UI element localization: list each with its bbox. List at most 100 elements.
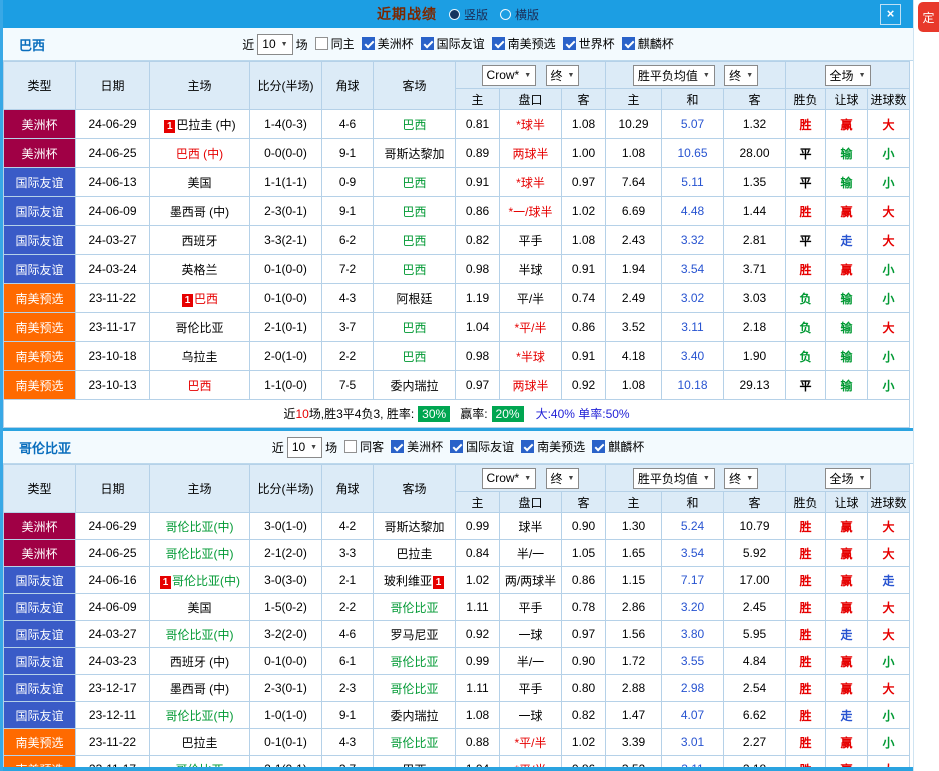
checkbox-icon[interactable] [314, 37, 328, 50]
corners-cell: 4-6 [321, 109, 374, 139]
home-team-cell: 1 哥伦比亚(中) [149, 566, 250, 594]
home-team-name: 乌拉圭 [181, 349, 218, 364]
filter-checkbox-item[interactable]: 美洲杯 [391, 438, 443, 455]
col-handicap-away: 客 [561, 491, 606, 513]
col-corner: 角球 [321, 464, 374, 513]
match-date: 23-12-11 [75, 701, 150, 729]
bookmaker-select[interactable]: Crow* ▼ [481, 467, 537, 489]
select-value: 10 [291, 440, 306, 454]
layout-radio-horizontal[interactable]: 横版 [496, 6, 539, 23]
handicap-home-odds: 0.84 [455, 539, 500, 567]
matches-table: 类型 日期 主场 比分(半场) 角球 客场 Crow* ▼ 终 ▼ 胜平负均值 ▼ 终… [3, 464, 911, 771]
match-date: 24-03-23 [75, 647, 150, 675]
result-outcome: 胜 [785, 196, 827, 226]
radio-unselected-icon[interactable] [500, 8, 511, 20]
away-team-cell: 罗马尼亚 [373, 620, 456, 648]
handicap-away-odds: 1.02 [561, 196, 606, 226]
col-odds-home: 主 [605, 88, 662, 110]
score-cell: 0-1(0-0) [249, 283, 322, 313]
checkbox-icon[interactable] [344, 440, 358, 453]
col-home: 主场 [149, 464, 250, 513]
home-team-name: 巴拉圭 [181, 735, 218, 750]
radio-label: 竖版 [463, 7, 488, 22]
filter-checkbox-item[interactable]: 南美预选 [491, 35, 556, 52]
europe-time-select[interactable]: 终 ▼ [724, 64, 759, 86]
handicap-away-odds: 1.02 [561, 728, 606, 756]
match-date: 24-06-16 [75, 566, 150, 594]
filter-checkbox-item[interactable]: 同主 [314, 35, 355, 52]
score-cell: 3-0(1-0) [249, 512, 322, 540]
result-goals: 大 [867, 109, 911, 139]
match-row: 国际友谊 23-12-11 哥伦比亚(中) 1-0(1-0) 9-1 委内瑞拉 … [3, 701, 911, 729]
side-tab-button[interactable]: 定 [918, 2, 939, 32]
europe-group-header: 胜平负均值 ▼ 终 ▼ [604, 61, 787, 89]
filter-checkbox-item[interactable]: 国际友谊 [420, 35, 485, 52]
filter-checkbox-item[interactable]: 国际友谊 [450, 438, 514, 455]
score-cell: 1-4(0-3) [249, 109, 322, 139]
chevron-down-icon: ▼ [746, 474, 754, 482]
home-team-name: 巴西 (中) [175, 146, 224, 161]
scope-select[interactable]: 全场 ▼ [824, 467, 871, 489]
odds-draw: 2.98 [661, 674, 724, 702]
odds-home: 1.08 [605, 370, 662, 400]
checkbox-icon[interactable] [391, 440, 405, 453]
europe-odds-select[interactable]: 胜平负均值 ▼ [632, 467, 715, 489]
odds-away: 10.79 [722, 512, 787, 540]
match-date: 23-11-22 [75, 283, 150, 313]
away-team-cell: 巴西 [373, 109, 456, 139]
checkbox-icon[interactable] [420, 37, 434, 50]
checkbox-icon[interactable] [621, 37, 635, 50]
match-date: 24-06-09 [75, 593, 150, 621]
games-label: 场 [325, 440, 338, 455]
handicap-line: 半/一 [499, 539, 562, 567]
bookmaker-time-select[interactable]: 终 ▼ [545, 467, 580, 489]
checkbox-icon[interactable] [491, 37, 505, 50]
match-row: 国际友谊 24-06-09 墨西哥 (中) 2-3(0-1) 9-1 巴西 0.… [3, 196, 911, 226]
close-button[interactable]: × [880, 4, 901, 25]
filter-checkbox-item[interactable]: 麒麟杯 [621, 35, 674, 52]
europe-time-select[interactable]: 终 ▼ [724, 467, 759, 489]
checkbox-icon[interactable] [450, 440, 464, 453]
col-result-outcome: 胜负 [785, 88, 827, 110]
home-team-cell: 美国 [149, 167, 250, 197]
odds-home: 3.52 [605, 312, 662, 342]
result-goals: 小 [867, 138, 911, 168]
handicap-rate-badge: 20% [491, 406, 524, 422]
recent-count-select[interactable]: 10 ▼ [286, 436, 323, 458]
odds-draw: 3.20 [661, 593, 724, 621]
competition-badge: 国际友谊 [3, 254, 76, 284]
handicap-home-odds: 0.98 [455, 341, 500, 371]
result-outcome: 胜 [785, 647, 827, 675]
result-handicap: 赢 [825, 593, 869, 621]
checkbox-icon[interactable] [521, 440, 535, 453]
match-row: 南美预选 23-10-13 巴西 1-1(0-0) 7-5 委内瑞拉 0.97 … [3, 370, 911, 400]
near-label: 近 [271, 440, 284, 455]
checkbox-icon[interactable] [562, 37, 576, 50]
chevron-down-icon: ▼ [702, 474, 710, 482]
away-team-name: 哥斯达黎加 [384, 519, 445, 534]
recent-results-window: 近期战绩 竖版 横版 × 巴西 近 10 ▼ 场 同主 美洲杯 国际友谊 南美预选 世界杯… [0, 0, 914, 771]
odds-away: 5.92 [722, 539, 787, 567]
recent-count-select[interactable]: 10 ▼ [257, 33, 293, 55]
scope-select[interactable]: 全场 ▼ [824, 64, 871, 86]
odds-draw: 10.18 [661, 370, 724, 400]
europe-odds-select[interactable]: 胜平负均值 ▼ [632, 64, 715, 86]
checkbox-icon[interactable] [361, 37, 375, 50]
handicap-away-odds: 0.91 [561, 254, 606, 284]
filter-checkbox-item[interactable]: 世界杯 [562, 35, 615, 52]
score-cell: 1-5(0-2) [249, 593, 322, 621]
filter-checkbox-item[interactable]: 麒麟杯 [592, 438, 644, 455]
chevron-down-icon: ▼ [524, 71, 532, 79]
radio-selected-icon[interactable] [448, 8, 460, 20]
result-outcome: 胜 [785, 593, 827, 621]
filter-checkbox-item[interactable]: 美洲杯 [361, 35, 414, 52]
match-row: 美洲杯 24-06-29 哥伦比亚(中) 3-0(1-0) 4-2 哥斯达黎加 … [3, 512, 911, 540]
checkbox-icon[interactable] [592, 440, 606, 453]
col-odds-home: 主 [605, 491, 662, 513]
filter-checkbox-item[interactable]: 同客 [344, 438, 384, 455]
layout-radio-vertical[interactable]: 竖版 [445, 6, 488, 23]
odds-home: 10.29 [605, 109, 662, 139]
bookmaker-time-select[interactable]: 终 ▼ [545, 64, 580, 86]
bookmaker-select[interactable]: Crow* ▼ [481, 64, 537, 86]
filter-checkbox-item[interactable]: 南美预选 [521, 438, 585, 455]
